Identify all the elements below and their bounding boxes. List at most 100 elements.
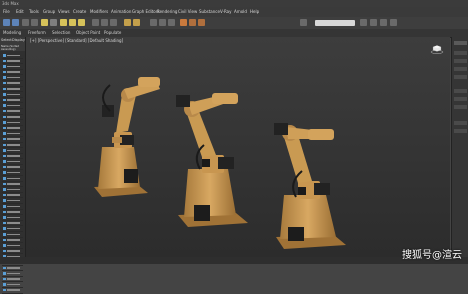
geometry-icon [3,76,6,79]
rotate-icon[interactable] [69,19,76,26]
maximize-icon[interactable] [390,19,397,26]
title-bar: 3ds Max [0,0,468,7]
object-name-placeholder [7,54,20,56]
material-editor-icon[interactable] [180,19,187,26]
command-panel-tabs[interactable] [454,41,467,45]
menu-item-group[interactable]: Group [43,9,55,14]
geometry-icon [3,210,6,214]
object-name-placeholder [7,227,20,230]
object-name-placeholder [7,199,20,202]
object-name-placeholder [7,116,20,118]
geometry-icon [3,154,6,158]
menu-item-rendering[interactable]: Rendering [157,9,177,14]
geometry-icon [3,238,6,242]
menu-item-file[interactable]: File [3,9,10,14]
geometry-icon [3,277,6,281]
modifier-stack-item[interactable] [454,75,467,79]
object-name-placeholder [7,222,20,224]
ribbon-tab-object-paint[interactable]: Object Paint [76,30,100,35]
move-icon[interactable] [60,19,67,26]
angle-snap-icon[interactable] [101,19,108,26]
parameter-rollout[interactable] [454,121,467,125]
robot-arm-3[interactable] [274,123,346,249]
zoom-icon[interactable] [360,19,367,26]
app-title: 3ds Max [2,1,19,6]
snap-icon[interactable] [92,19,99,26]
schematic-icon[interactable] [168,19,175,26]
pan-icon[interactable] [370,19,377,26]
ribbon-tab-selection[interactable]: Selection [52,30,70,35]
geometry-icon [3,98,6,102]
parameter-rollout[interactable] [454,89,467,93]
object-name-placeholder [7,60,20,62]
undo-icon[interactable] [3,19,10,26]
geometry-icon [3,244,6,247]
menu-item-views[interactable]: Views [58,9,70,14]
viewport-perspective[interactable]: [+] [Perspective] [Standard] [Default Sh… [26,37,450,257]
selection-set-field[interactable] [315,20,355,26]
object-name-placeholder [7,188,20,191]
object-name-placeholder [7,205,20,208]
menu-item-tools[interactable]: Tools [29,9,39,14]
parameter-rollout[interactable] [454,129,467,133]
object-name-field[interactable] [454,51,467,55]
menu-item-graph-editors[interactable]: Graph Editors [132,9,159,14]
menu-item-animation[interactable]: Animation [111,9,131,14]
geometry-icon [3,59,6,63]
orbit-icon[interactable] [380,19,387,26]
modifier-stack-item[interactable] [454,67,467,71]
curve-editor-icon[interactable] [159,19,166,26]
layer-icon[interactable] [150,19,157,26]
tab-display[interactable]: Display [12,38,25,42]
geometry-icon [3,115,6,119]
ribbon-tab-freeform[interactable]: Freeform [28,30,46,35]
redo-icon[interactable] [12,19,19,26]
robot-arm-2[interactable] [176,93,248,227]
render-setup-icon[interactable] [189,19,196,26]
menu-item-edit[interactable]: Edit [16,9,24,14]
geometry-icon [3,70,6,74]
menu-item-help[interactable]: Help [250,9,259,14]
geometry-icon [3,193,6,197]
geometry-icon [3,221,6,225]
percent-snap-icon[interactable] [110,19,117,26]
geometry-icon [3,199,6,202]
menu-item-substance[interactable]: Substance [199,9,220,14]
geometry-icon [3,182,6,186]
menu-item-vray[interactable]: V-Ray [220,9,231,14]
robot-arm-1[interactable] [94,77,160,197]
select-region-icon[interactable] [50,19,57,26]
object-name-placeholder [7,76,20,79]
scene-object-row[interactable] [2,288,23,294]
menu-item-modifiers[interactable]: Modifiers [90,9,108,14]
object-name-placeholder [7,132,20,135]
object-name-placeholder [7,144,20,146]
geometry-icon [3,288,6,292]
geometry-icon [3,188,6,191]
tab-select[interactable]: Select [1,38,12,42]
viewport-config-icon[interactable] [300,19,307,26]
geometry-icon [3,165,6,169]
select-icon[interactable] [41,19,48,26]
render-icon[interactable] [198,19,205,26]
ribbon-tab-modeling[interactable]: Modeling [3,30,21,35]
mirror-icon[interactable] [124,19,131,26]
object-name-placeholder [7,127,20,129]
parameter-rollout[interactable] [454,105,467,109]
geometry-icon [3,233,6,236]
column-header-name[interactable]: Name (Sorted Ascending) [1,45,25,51]
menu-item-arnold[interactable]: Arnold [234,9,247,14]
object-name-placeholder [7,216,20,219]
link-icon[interactable] [22,19,29,26]
menu-item-create[interactable]: Create [73,9,86,14]
menu-item-civil-view[interactable]: Civil View [178,9,197,14]
align-icon[interactable] [133,19,140,26]
unlink-icon[interactable] [31,19,38,26]
ribbon-tab-populate[interactable]: Populate [104,30,121,35]
object-name-placeholder [7,82,20,84]
parameter-rollout[interactable] [454,97,467,101]
modifier-list-dropdown[interactable] [454,59,467,63]
object-name-placeholder [7,177,20,180]
scene-explorer: Select Display Name (Sorted Ascending) [0,37,26,294]
scale-icon[interactable] [78,19,85,26]
